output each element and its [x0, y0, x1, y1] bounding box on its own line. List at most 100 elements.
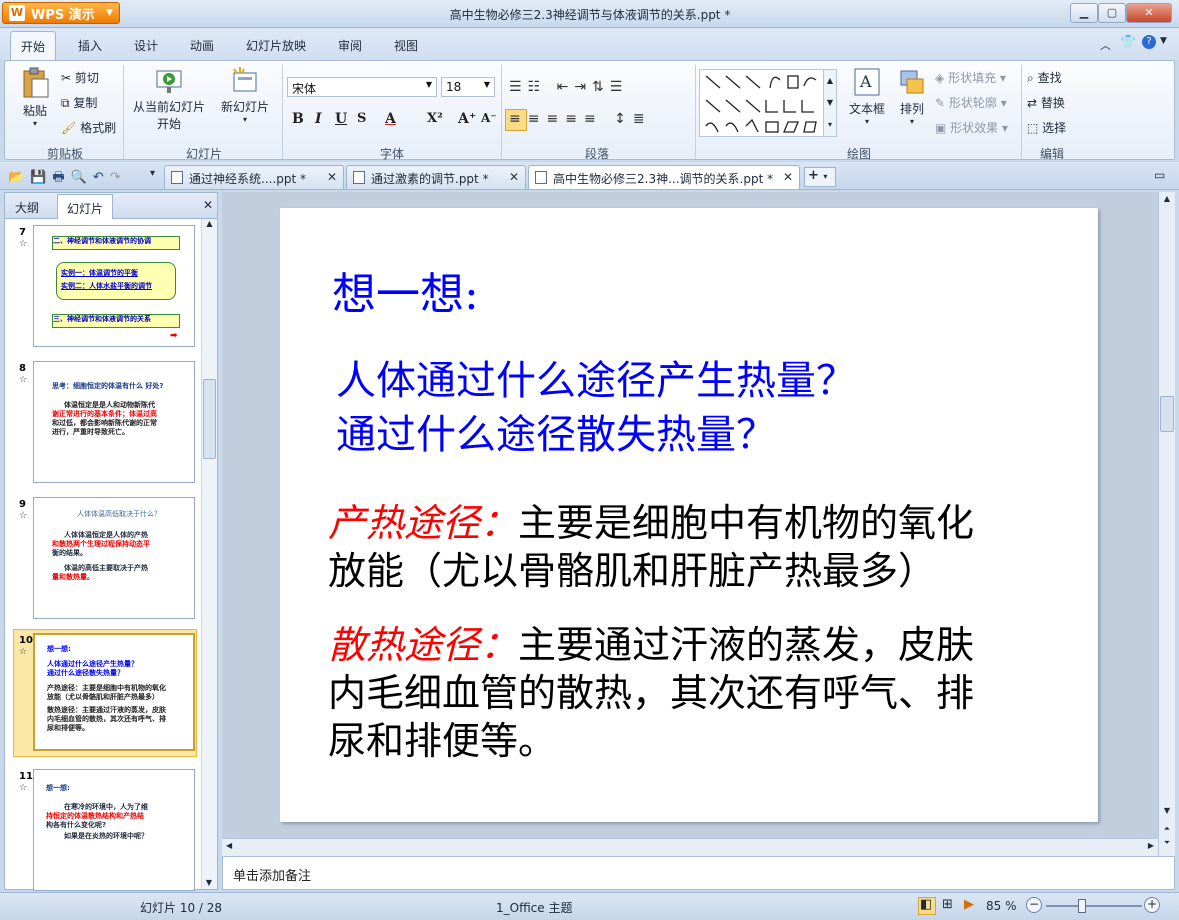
font-size-select[interactable]: 18 ▼	[441, 77, 495, 97]
line-spacing-icon[interactable]: ↕	[614, 111, 633, 127]
close-tab-icon[interactable]: ✕	[327, 170, 337, 184]
customize-toolbar-icon[interactable]: ▾	[150, 168, 155, 179]
wps-menu-button[interactable]: W WPS 演示 ▼	[2, 2, 120, 24]
from-current-slide-button[interactable]: 从当前幻灯片 开始	[129, 67, 209, 132]
next-slide-icon[interactable]: ⏷	[1159, 838, 1175, 848]
tab-view[interactable]: 视图	[394, 37, 418, 54]
pane-scrollbar[interactable]: ▲ ▼	[201, 219, 217, 889]
previous-slide-icon[interactable]: ⏶	[1159, 824, 1175, 834]
skin-icon[interactable]: 👕	[1120, 35, 1136, 50]
copy-button[interactable]: ⧉ 复制	[61, 94, 97, 111]
chevron-down-icon[interactable]: ▼	[1160, 36, 1167, 46]
close-pane-icon[interactable]: ✕	[203, 198, 213, 212]
select-button[interactable]: ⬚ 选择	[1027, 119, 1066, 136]
new-slide-button[interactable]: 新幻灯片 ▾	[217, 67, 273, 124]
collapse-ribbon-icon[interactable]: ︿	[1100, 37, 1111, 53]
align-right-icon[interactable]: ≡	[546, 111, 565, 127]
arrange-button[interactable]: 排列 ▾	[893, 67, 931, 126]
replace-button[interactable]: ⇄ 替换	[1027, 94, 1065, 111]
tab-design[interactable]: 设计	[134, 37, 158, 54]
scroll-thumb[interactable]	[1160, 396, 1174, 432]
slide-thumb-8[interactable]: 思考：细胞恒定的体温有什么 好处? 体温恒定是是人和动物新陈代 谢正常进行的基本…	[33, 361, 195, 483]
underline-button[interactable]: U	[335, 111, 347, 127]
tab-slideshow[interactable]: 幻灯片放映	[246, 37, 306, 54]
doc-tab-1[interactable]: 通过神经系统....ppt * ✕	[164, 165, 344, 189]
shape-fill-button[interactable]: ◈ 形状填充 ▾	[935, 69, 1006, 86]
help-icon[interactable]: ?	[1142, 35, 1156, 49]
tab-animation[interactable]: 动画	[190, 37, 214, 54]
close-tab-icon[interactable]: ✕	[509, 170, 519, 184]
tab-review[interactable]: 审阅	[338, 37, 362, 54]
zoom-in-button[interactable]: +	[1144, 897, 1160, 913]
increase-font-button[interactable]: A⁺	[458, 111, 476, 127]
superscript-button[interactable]: X²	[427, 111, 443, 126]
notes-area[interactable]: 单击添加备注	[222, 856, 1175, 890]
vertical-scrollbar[interactable]: ▲ ▼ ⏶ ⏷	[1158, 192, 1175, 856]
new-tab-button[interactable]: + ▾	[804, 167, 836, 187]
slide-thumb-10[interactable]: 想一想: 人体通过什么途径产生热量？ 通过什么途径散失热量？ 产热途径：主要是细…	[33, 633, 195, 751]
zoom-slider-thumb[interactable]	[1078, 899, 1086, 913]
justify-icon[interactable]: ≡	[565, 111, 584, 127]
current-slide[interactable]: 想一想: 人体通过什么途径产生热量？ 通过什么途径散失热量？ 产热途径：主要是细…	[280, 208, 1098, 822]
open-icon[interactable]: 📂	[8, 170, 30, 185]
tab-home[interactable]: 开始	[10, 31, 56, 61]
slideshow-view-icon[interactable]: ▶	[964, 897, 974, 912]
shapes-gallery[interactable]	[699, 69, 829, 137]
decrease-font-button[interactable]: A⁻	[481, 111, 497, 125]
font-name-select[interactable]: 宋体 ▼	[287, 77, 437, 97]
scroll-down-icon[interactable]: ▼	[1159, 806, 1175, 815]
scroll-right-icon[interactable]: ▶	[1148, 841, 1154, 850]
format-painter-button[interactable]: 🖌 格式刷	[61, 119, 116, 136]
minimize-button[interactable]: ▁	[1070, 3, 1098, 23]
list-buttons[interactable]: ☰☷ ⇤⇥⇅☰	[509, 79, 628, 95]
bold-button[interactable]: B	[292, 111, 304, 127]
thumb-text: 衡的结果。	[52, 549, 87, 557]
shape-effect-button[interactable]: ▣ 形状效果 ▾	[935, 119, 1008, 136]
paste-button[interactable]: 粘贴 ▾	[15, 67, 55, 128]
pane-scroll-thumb[interactable]	[203, 379, 216, 459]
tab-insert[interactable]: 插入	[78, 37, 102, 54]
decrease-indent-icon[interactable]: ⇤	[557, 79, 575, 95]
scroll-up-icon[interactable]: ▲	[1159, 194, 1175, 203]
textbox-icon: A	[854, 68, 880, 96]
align-center-icon[interactable]: ≡	[528, 111, 547, 127]
maximize-button[interactable]: ▢	[1098, 3, 1126, 23]
numbered-list-icon[interactable]: ☷	[528, 79, 547, 95]
doc-tab-3-active[interactable]: 高中生物必修三2.3神...调节的关系.ppt * ✕	[528, 165, 800, 189]
redo-icon[interactable]: ↷	[110, 170, 127, 185]
tab-slides[interactable]: 幻灯片	[57, 194, 113, 219]
horizontal-scrollbar[interactable]: ◀ ▶	[222, 838, 1158, 856]
shapes-scroll[interactable]: ▲ ▼ ▾	[823, 69, 837, 137]
print-icon[interactable]: 🖶	[52, 170, 70, 185]
print-preview-icon[interactable]: 🔍	[71, 170, 93, 185]
tab-outline[interactable]: 大纲	[15, 199, 39, 216]
text-direction-icon[interactable]: ⇅	[592, 79, 610, 95]
bullet-list-icon[interactable]: ☰	[509, 79, 528, 95]
thumb-text: 如果是在炎热的环境中呢？	[64, 832, 148, 840]
textbox-button[interactable]: A 文本框 ▾	[843, 67, 891, 126]
save-icon[interactable]: 💾	[30, 170, 52, 185]
slide-thumb-7[interactable]: 二、神经调节和体液调节的协调 实例一：体温调节的平衡 实例二：人体水盐平衡的调节 …	[33, 225, 195, 347]
columns-icon[interactable]: ≣	[633, 111, 652, 127]
doc-tab-2[interactable]: 通过激素的调节.ppt * ✕	[346, 165, 526, 189]
scroll-left-icon[interactable]: ◀	[226, 841, 232, 850]
align-text-icon[interactable]: ☰	[610, 79, 629, 95]
heat-production-text: 主要是细胞中有机物的氧化	[518, 501, 975, 545]
zoom-out-button[interactable]: −	[1026, 897, 1042, 913]
distribute-icon[interactable]: ≡	[584, 111, 603, 127]
zoom-slider[interactable]	[1046, 905, 1142, 907]
increase-indent-icon[interactable]: ⇥	[574, 79, 592, 95]
font-color-button[interactable]: A	[385, 111, 396, 127]
undo-icon[interactable]: ↶	[93, 170, 110, 185]
shadow-button[interactable]: S	[357, 111, 366, 126]
close-tab-icon[interactable]: ✕	[783, 170, 793, 184]
restore-tabs-icon[interactable]: ▭	[1154, 168, 1165, 182]
shape-outline-button[interactable]: ✎ 形状轮廓 ▾	[935, 94, 1007, 111]
italic-button[interactable]: I	[315, 111, 322, 127]
close-button[interactable]: ✕	[1126, 3, 1172, 23]
slide-thumb-9[interactable]: 人体体温高低取决于什么？ 人体体温恒定是人体的产热 和散热两个生理过程保持动态平…	[33, 497, 195, 619]
slide-thumb-11[interactable]: 想一想: 在寒冷的环境中，人为了维 持恒定的体温散热结构和产热结 构各有什么变化…	[33, 769, 195, 891]
slide-sorter-icon[interactable]: ⊞	[942, 897, 953, 912]
cut-button[interactable]: ✂ 剪切	[61, 69, 99, 86]
find-button[interactable]: ⌕ 查找	[1027, 69, 1062, 86]
